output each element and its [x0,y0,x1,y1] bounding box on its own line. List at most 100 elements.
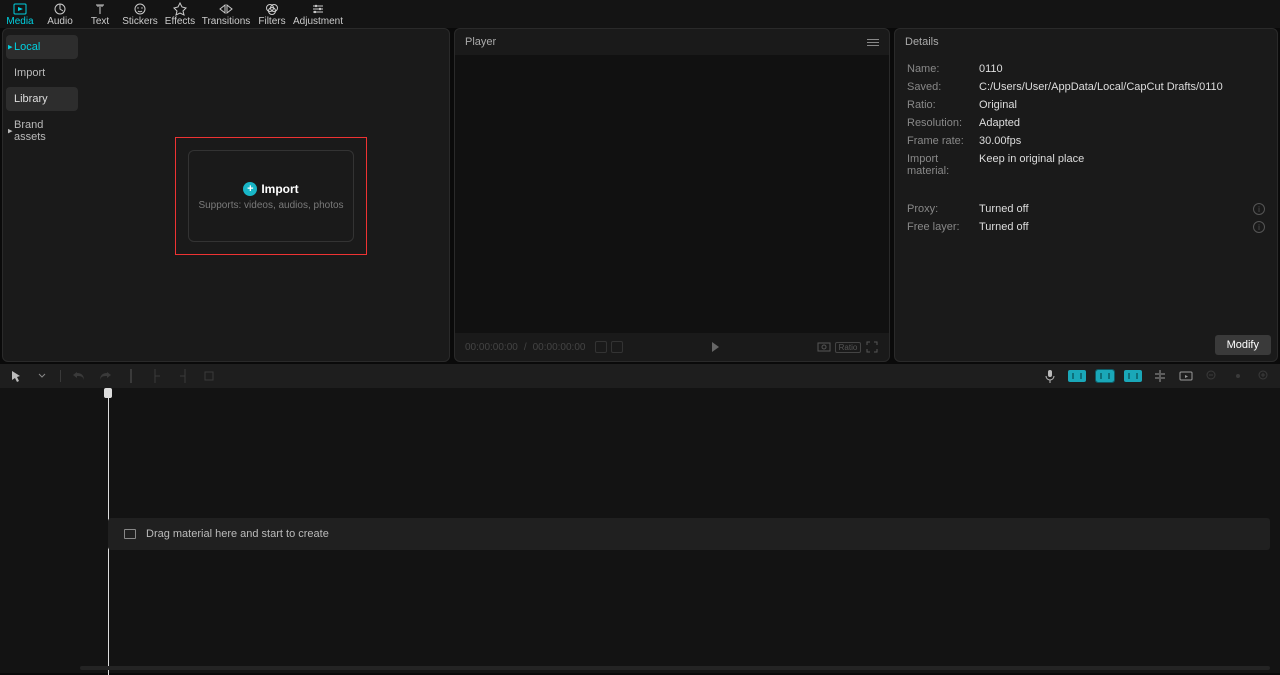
crop-icon[interactable] [201,368,217,384]
details-row: Saved:C:/Users/User/AppData/Local/CapCut… [907,81,1265,93]
text-icon [93,2,107,16]
effects-icon [173,2,187,16]
details-value: Adapted [979,117,1265,129]
sidebar-item-import[interactable]: Import [6,61,78,85]
import-subtitle: Supports: videos, audios, photos [198,200,343,211]
transitions-icon [219,2,233,16]
player-small-btn-1[interactable] [595,341,607,353]
tab-label: Effects [165,17,195,27]
sidebar-item-label: Import [14,67,45,79]
timeline-track[interactable]: Drag material here and start to create [108,518,1270,550]
tab-stickers[interactable]: Stickers [120,0,160,28]
time-total: 00:00:00:00 [533,342,586,353]
player-viewport [455,55,889,333]
tab-label: Media [6,17,33,27]
ratio-button[interactable]: Ratio [841,340,855,354]
main-row: ▸LocalImportLibrary▸Brand assets + Impor… [0,28,1280,364]
tab-label: Filters [258,17,285,27]
details-value: 0110 [979,63,1265,75]
zoom-slider[interactable] [1230,368,1246,384]
media-sidebar: ▸LocalImportLibrary▸Brand assets [3,29,81,361]
trim-left-icon[interactable] [149,368,165,384]
sidebar-item-brand-assets[interactable]: ▸Brand assets [6,113,78,149]
media-body: + Import Supports: videos, audios, photo… [81,29,449,361]
details-value: 30.00fps [979,135,1265,147]
adjustment-icon [311,2,325,16]
sidebar-item-label: Local [14,41,40,53]
details-key: Resolution: [907,117,979,129]
play-button[interactable] [712,342,719,352]
details-row: Import material:Keep in original place [907,153,1265,177]
track-toggle-3[interactable] [1124,370,1142,382]
safezone-icon[interactable] [817,340,831,354]
details-key: Proxy: [907,203,979,215]
player-panel: Player 00:00:00:00 / 00:00:00:00 Ratio [454,28,890,362]
timeline[interactable]: Drag material here and start to create [0,388,1280,673]
details-key: Import material: [907,153,979,177]
filters-icon [265,2,279,16]
details-row: Free layer:Turned offi [907,221,1265,233]
tab-label: Audio [47,17,73,27]
player-menu-icon[interactable] [867,39,879,46]
import-title-row: + Import [243,182,298,196]
sidebar-item-label: Brand assets [14,119,46,143]
details-row: Ratio:Original [907,99,1265,111]
tab-effects[interactable]: Effects [160,0,200,28]
zoom-out-icon[interactable] [1204,368,1220,384]
tab-label: Text [91,17,109,27]
redo-icon[interactable] [97,368,113,384]
details-title: Details [905,36,939,48]
mic-icon[interactable] [1042,368,1058,384]
trim-right-icon[interactable] [175,368,191,384]
audio-icon [53,2,67,16]
fullscreen-icon[interactable] [865,340,879,354]
details-key: Ratio: [907,99,979,111]
details-row: Resolution:Adapted [907,117,1265,129]
import-dropzone[interactable]: + Import Supports: videos, audios, photo… [188,150,354,242]
zoom-in-icon[interactable] [1256,368,1272,384]
sidebar-item-library[interactable]: Library [6,87,78,111]
stickers-icon [133,2,147,16]
preview-icon[interactable] [1178,368,1194,384]
cursor-tool-icon[interactable] [8,368,24,384]
timeline-scrollbar[interactable] [80,666,1270,670]
undo-icon[interactable] [71,368,87,384]
details-value: Turned off [979,203,1253,215]
details-key: Saved: [907,81,979,93]
tab-media[interactable]: Media [0,0,40,28]
expand-marker: ▸ [8,126,13,137]
tab-label: Adjustment [293,17,343,27]
details-row: Name:0110 [907,63,1265,75]
align-icon[interactable] [1152,368,1168,384]
details-value: Keep in original place [979,153,1265,177]
cursor-dropdown-icon[interactable] [34,368,50,384]
player-small-btn-2[interactable] [611,341,623,353]
media-panel: ▸LocalImportLibrary▸Brand assets + Impor… [2,28,450,362]
tab-transitions[interactable]: Transitions [200,0,252,28]
details-panel: Details Name:0110 Saved:C:/Users/User/App… [894,28,1278,362]
track-toggle-2[interactable] [1096,370,1114,382]
expand-marker: ▸ [8,42,13,53]
top-tabs: Media Audio Text Stickers Effects Transitions… [0,0,1280,28]
tab-text[interactable]: Text [80,0,120,28]
sidebar-item-local[interactable]: ▸Local [6,35,78,59]
info-icon[interactable]: i [1253,221,1265,233]
filmstrip-icon [124,529,136,539]
track-toggle-1[interactable] [1068,370,1086,382]
time-sep: / [524,342,527,353]
details-header: Details [895,29,1277,55]
info-icon[interactable]: i [1253,203,1265,215]
details-key: Free layer: [907,221,979,233]
tab-adjustment[interactable]: Adjustment [292,0,344,28]
player-title: Player [465,36,496,48]
details-key: Name: [907,63,979,75]
tab-filters[interactable]: Filters [252,0,292,28]
media-icon [13,2,27,16]
plus-icon: + [243,182,257,196]
tab-audio[interactable]: Audio [40,0,80,28]
modify-button[interactable]: Modify [1215,335,1271,355]
split-icon[interactable] [123,368,139,384]
tab-label: Transitions [202,17,251,27]
timeline-hint: Drag material here and start to create [146,528,329,540]
import-highlight-box: + Import Supports: videos, audios, photo… [175,137,367,255]
